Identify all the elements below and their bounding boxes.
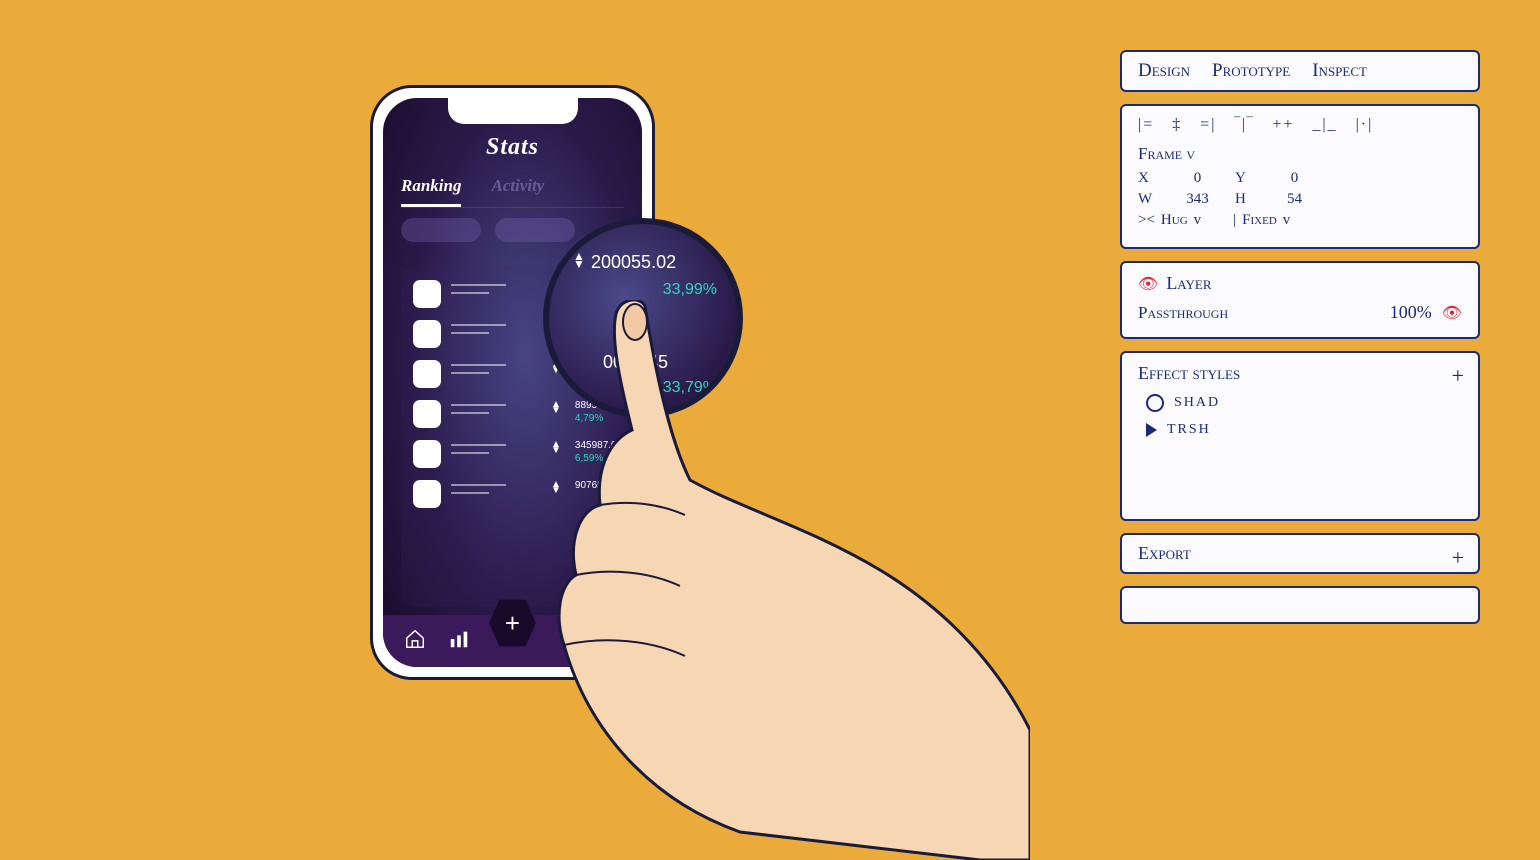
tab-prototype[interactable]: Prototype: [1212, 60, 1290, 82]
row-name: [451, 400, 541, 420]
triangle-icon: [1146, 423, 1157, 437]
resize-h-icon: ><: [1138, 212, 1155, 229]
frame-y-label: Y: [1235, 170, 1257, 187]
chevron-down-icon[interactable]: v: [1283, 212, 1291, 229]
align-left-icon[interactable]: |=: [1138, 116, 1154, 134]
export-panel: + Export: [1120, 533, 1480, 574]
row-name: [451, 480, 541, 500]
tab-inspect[interactable]: Inspect: [1312, 60, 1367, 82]
table-row[interactable]: ▲▼345987.026,59%: [411, 436, 614, 476]
filter-pill[interactable]: [495, 218, 575, 242]
row-name: [451, 280, 541, 300]
layer-opacity[interactable]: 100%: [1390, 302, 1432, 323]
frame-label[interactable]: Frame: [1138, 144, 1182, 163]
resize-v-icon: |: [1233, 212, 1236, 229]
tab-design[interactable]: Design: [1138, 60, 1190, 82]
avatar: [413, 440, 441, 468]
sort-icon[interactable]: ▲▼: [551, 440, 561, 454]
row-pct: 6,59%: [575, 453, 622, 464]
frame-y-value[interactable]: 0: [1267, 170, 1322, 187]
inspector-tabs-panel: Design Prototype Inspect: [1120, 50, 1480, 92]
mag-pct-2: 33,79%: [573, 379, 717, 397]
frame-hug[interactable]: Hug: [1161, 212, 1188, 229]
row-name: [451, 440, 541, 460]
search-icon[interactable]: [567, 628, 589, 655]
frame-x-label: X: [1138, 170, 1160, 187]
stats-icon[interactable]: [448, 628, 470, 655]
avatar: [413, 400, 441, 428]
page-title: Stats: [383, 134, 642, 161]
row-name: [451, 360, 541, 380]
effects-title: Effect styles: [1138, 363, 1462, 384]
table-row[interactable]: ▲▼889546.454,79%: [411, 396, 614, 436]
filter-pills: [401, 218, 575, 242]
distribute-icon[interactable]: |·|: [1356, 116, 1374, 134]
effect-shad: SHAD: [1174, 395, 1220, 411]
magnifier-lens: ▲▼ 200055.02 33,99% 0055.45 33,79%: [543, 218, 743, 418]
eye-icon[interactable]: 👁: [1138, 274, 1158, 294]
frame-panel: |= ‡ =| ‾|‾ ++ _|_ |·| Frame v X 0 Y 0 W…: [1120, 104, 1480, 249]
sort-icon: ▲▼: [573, 252, 587, 268]
frame-h-label: H: [1235, 191, 1257, 208]
plus-icon[interactable]: +: [1452, 545, 1464, 571]
frame-w-value[interactable]: 343: [1170, 191, 1225, 208]
row-value: 907654.45: [575, 480, 622, 491]
mag-pct-1: 33,99%: [573, 281, 717, 299]
effects-panel: + Effect styles SHAD TRSH: [1120, 351, 1480, 521]
export-title: Export: [1138, 543, 1191, 563]
effect-trsh: TRSH: [1167, 422, 1211, 438]
mag-value-1: 200055.02: [591, 252, 676, 273]
inspector-panel-stack: Design Prototype Inspect |= ‡ =| ‾|‾ ++ …: [1120, 50, 1480, 624]
alignment-row: |= ‡ =| ‾|‾ ++ _|_ |·|: [1138, 116, 1462, 134]
row-pct: 4,79%: [575, 413, 622, 424]
align-right-icon[interactable]: =|: [1200, 116, 1216, 134]
table-row[interactable]: ▲▼907654.45: [411, 476, 614, 516]
blank-panel: [1120, 586, 1480, 624]
chevron-down-icon[interactable]: v: [1194, 212, 1202, 229]
phone-tabs: Ranking Activity: [401, 170, 624, 208]
row-name: [451, 320, 541, 340]
sort-icon[interactable]: ▲▼: [551, 400, 561, 414]
circle-icon: [1146, 394, 1164, 412]
frame-fixed[interactable]: Fixed: [1242, 212, 1277, 229]
align-top-icon[interactable]: ‾|‾: [1234, 116, 1254, 134]
align-hcenter-icon[interactable]: ‡: [1172, 116, 1182, 134]
tab-ranking[interactable]: Ranking: [401, 170, 461, 207]
sort-icon[interactable]: ▲▼: [551, 480, 561, 494]
row-value: 345987.02: [575, 440, 622, 451]
effect-item[interactable]: SHAD: [1146, 394, 1462, 412]
plus-icon[interactable]: +: [1452, 363, 1464, 389]
phone-notch: [448, 98, 578, 124]
home-icon[interactable]: [404, 628, 426, 655]
align-vcenter-icon[interactable]: ++: [1272, 116, 1294, 134]
frame-w-label: W: [1138, 191, 1160, 208]
tab-activity[interactable]: Activity: [491, 170, 544, 207]
frame-h-value[interactable]: 54: [1267, 191, 1322, 208]
align-bottom-icon[interactable]: _|_: [1312, 116, 1337, 134]
mag-value-2: 0055.45: [603, 352, 668, 373]
avatar: [413, 480, 441, 508]
filter-pill[interactable]: [401, 218, 481, 242]
blend-mode[interactable]: Passthrough: [1138, 303, 1228, 323]
layer-title: Layer: [1166, 273, 1211, 294]
avatar: [413, 360, 441, 388]
layer-panel: 👁 Layer Passthrough 100% 👁: [1120, 261, 1480, 339]
avatar: [413, 280, 441, 308]
eye-icon[interactable]: 👁: [1442, 303, 1462, 323]
chevron-down-icon[interactable]: v: [1186, 144, 1195, 163]
effect-item[interactable]: TRSH: [1146, 422, 1462, 438]
avatar: [413, 320, 441, 348]
frame-x-value[interactable]: 0: [1170, 170, 1225, 187]
